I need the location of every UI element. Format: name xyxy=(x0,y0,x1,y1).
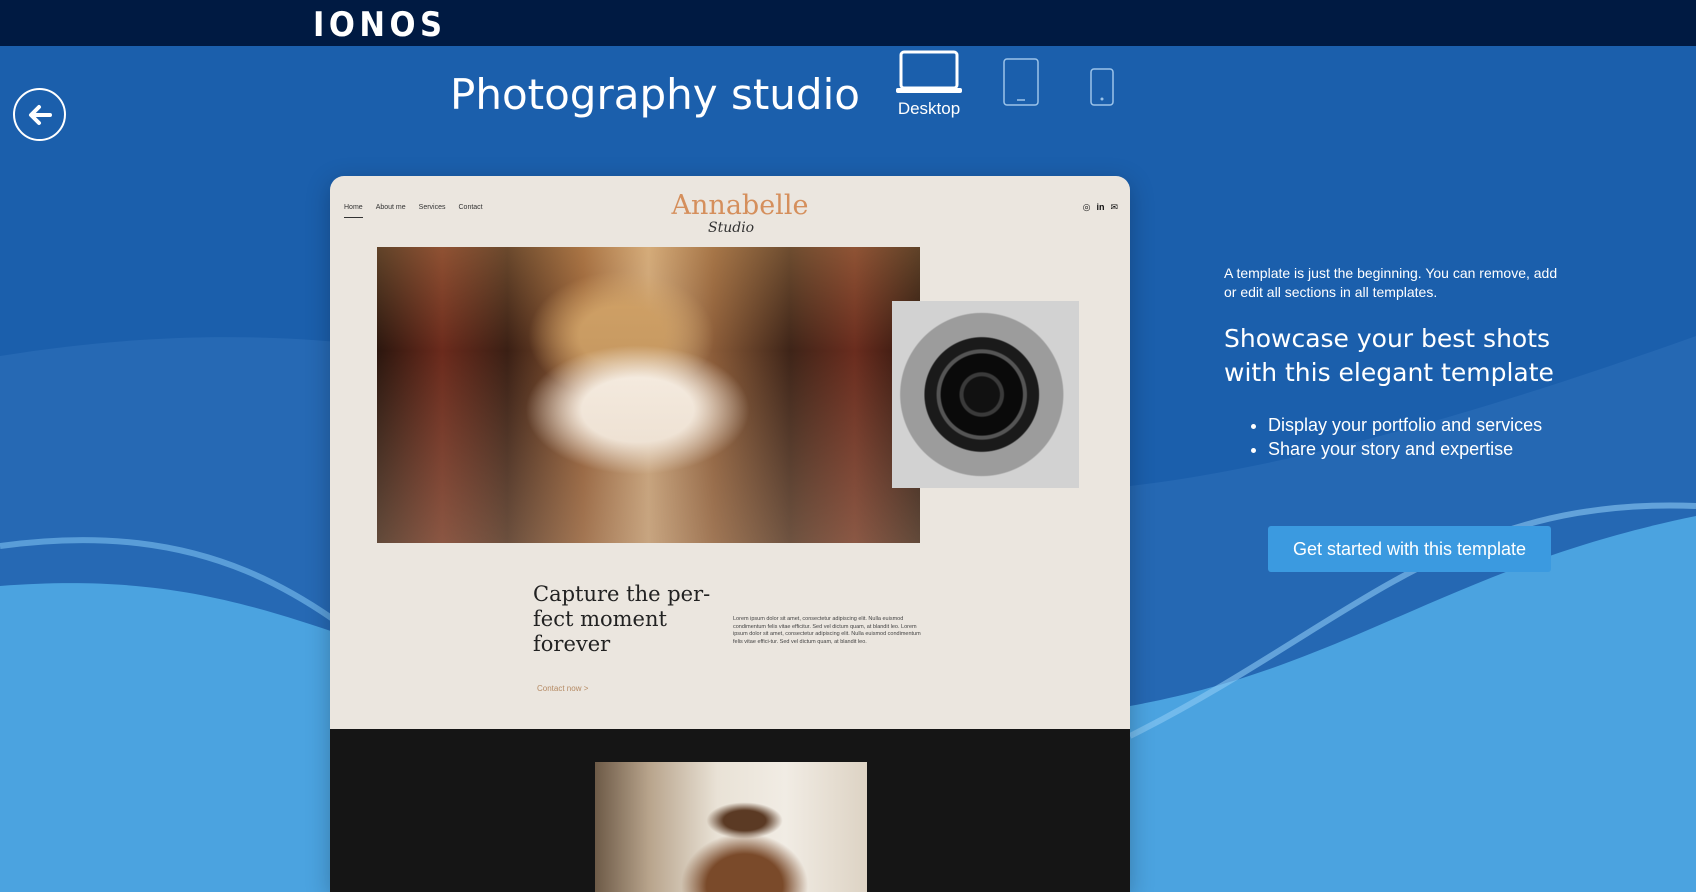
tablet-view-toggle[interactable] xyxy=(1003,58,1039,111)
camera-lens-photo xyxy=(892,301,1079,488)
preview-logo: Annabelle Studio xyxy=(670,190,810,236)
instagram-icon[interactable]: ◎ xyxy=(1083,202,1091,213)
preview-nav: Home About me Services Contact xyxy=(344,204,483,218)
preview-social: ◎ in ✉ xyxy=(1083,202,1118,213)
preview-logo-sub: Studio xyxy=(708,220,755,236)
preview-logo-main: Annabelle xyxy=(671,190,809,221)
tablet-icon xyxy=(1003,58,1039,106)
feature-item: Display your portfolio and services xyxy=(1268,413,1564,437)
back-button[interactable] xyxy=(13,88,66,141)
template-info: A template is just the beginning. You ca… xyxy=(1224,264,1564,461)
preview-nav-about[interactable]: About me xyxy=(376,204,406,218)
template-note: A template is just the beginning. You ca… xyxy=(1224,265,1558,300)
preview-nav-services[interactable]: Services xyxy=(419,204,446,218)
template-headline: Showcase your best shots with this elega… xyxy=(1224,324,1554,387)
preview-heading: Capture the per-fect moment forever xyxy=(533,582,711,656)
ionos-logo[interactable]: IONOS xyxy=(313,8,447,42)
desktop-label: Desktop xyxy=(897,99,961,118)
page-title: Photography studio xyxy=(450,70,860,119)
preview-body-text: Lorem ipsum dolor sit amet, consectetur … xyxy=(733,616,921,645)
mail-icon[interactable]: ✉ xyxy=(1110,202,1118,213)
desktop-view-toggle[interactable]: Desktop xyxy=(893,50,965,119)
get-started-button[interactable]: Get started with this template xyxy=(1268,526,1551,572)
preview-nav-home[interactable]: Home xyxy=(344,204,363,218)
laptop-icon xyxy=(896,50,962,93)
template-preview[interactable]: Home About me Services Contact Annabelle… xyxy=(330,176,1130,892)
photographer-portrait-photo xyxy=(595,762,867,892)
phone-icon xyxy=(1090,68,1114,106)
preview-dark-section xyxy=(330,729,1130,892)
top-bar: IONOS xyxy=(0,0,1696,46)
feature-item: Share your story and expertise xyxy=(1268,437,1564,461)
arrow-left-icon xyxy=(28,104,52,125)
preview-nav-contact[interactable]: Contact xyxy=(459,204,483,218)
preview-contact-link[interactable]: Contact now > xyxy=(537,684,588,693)
feature-list: Display your portfolio and services Shar… xyxy=(1224,413,1564,461)
linkedin-icon[interactable]: in xyxy=(1096,202,1104,213)
wedding-photo xyxy=(377,247,920,543)
phone-view-toggle[interactable] xyxy=(1090,68,1114,111)
